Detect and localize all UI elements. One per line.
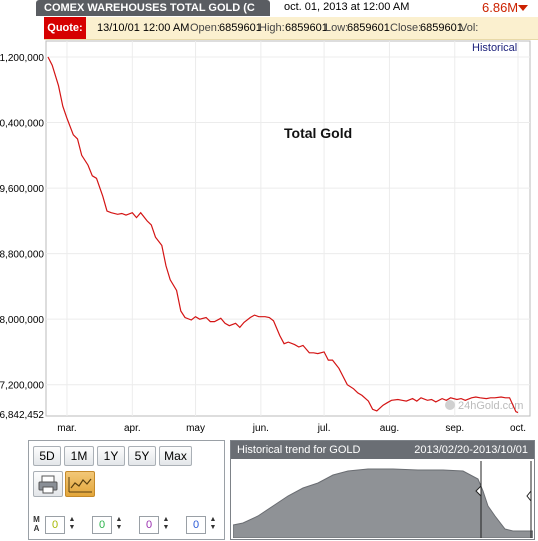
x-tick-label: jul. [317,423,331,434]
vol-label: Vol: [460,22,479,34]
range-5y-button[interactable]: 5Y [128,446,156,466]
historical-trend-range: 2013/02/20-2013/10/01 [414,444,528,456]
x-tick-label: sep. [445,423,464,434]
range-max-button[interactable]: Max [159,446,192,466]
historical-trend-title: Historical trend for GOLD [237,444,361,456]
high-value: 6859601 [285,22,328,34]
ma-input-3[interactable]: 0 [139,516,159,534]
low-label: Low: [325,22,349,34]
down-arrow-icon [518,5,528,11]
y-axis-ticks: 11,200,000 10,400,000 9,600,000 8,800,000 8,… [0,53,44,421]
historical-trend-header: Historical trend for GOLD 2013/02/20-201… [231,441,534,459]
ma-spinner-1[interactable]: ▲ ▼ [67,516,77,534]
y-tick-label: 10,400,000 [0,119,44,130]
x-tick-label: jun. [252,423,269,434]
y-tick-label: 8,800,000 [0,250,44,261]
x-axis-ticks: mar. apr. may jun. jul. aug. sep. oct. [57,423,526,434]
x-tick-label: mar. [57,423,76,434]
range-1y-button[interactable]: 1Y [97,446,125,466]
range-1m-button[interactable]: 1M [64,446,94,466]
quote-date: 13/10/01 12:00 AM [97,22,190,34]
ma-input-1[interactable]: 0 [45,516,65,534]
quote-label: Quote: [44,17,86,39]
printer-icon [38,475,58,494]
last-value: 6.86M [482,0,519,15]
y-tick-label: 6,842,452 [0,410,44,421]
trend-navigator[interactable] [233,461,533,538]
plot-area [45,40,531,417]
x-tick-label: may [186,423,205,434]
y-tick-label: 11,200,000 [0,53,44,64]
print-button[interactable] [33,471,63,497]
x-tick-label: apr. [124,423,141,434]
price-chart[interactable]: 11,200,000 10,400,000 9,600,000 8,800,000 8,… [0,39,538,440]
low-value: 6859601 [347,22,390,34]
ma-spinner-2[interactable]: ▲ ▼ [114,516,124,534]
last-update-datetime: oct. 01, 2013 at 12:00 AM [284,1,410,13]
open-label: Open: [190,22,220,34]
ma-spinner-3[interactable]: ▲ ▼ [161,516,171,534]
instrument-title: COMEX WAREHOUSES TOTAL GOLD (C [36,0,270,16]
x-tick-label: oct. [510,423,526,434]
chart-type-button[interactable] [65,471,95,497]
ma-input-4[interactable]: 0 [186,516,206,534]
range-5d-button[interactable]: 5D [33,446,61,466]
y-tick-label: 8,000,000 [0,315,44,326]
historical-link[interactable]: Historical [472,42,517,54]
ma-input-2[interactable]: 0 [92,516,112,534]
line-chart-icon [68,477,92,493]
ma-label-a: A [33,524,40,533]
close-value: 6859601 [420,22,463,34]
ma-label-m: M [33,515,40,524]
close-label: Close: [390,22,422,34]
open-value: 6859601 [219,22,262,34]
ma-spinner-4[interactable]: ▲ ▼ [208,516,218,534]
chart-title: Total Gold [284,125,352,141]
x-tick-label: aug. [380,423,399,434]
navigator-window[interactable] [233,461,481,538]
y-tick-label: 7,200,000 [0,381,44,392]
y-tick-label: 9,600,000 [0,184,44,195]
high-label: High: [259,22,285,34]
ma-label: M A [32,515,41,533]
